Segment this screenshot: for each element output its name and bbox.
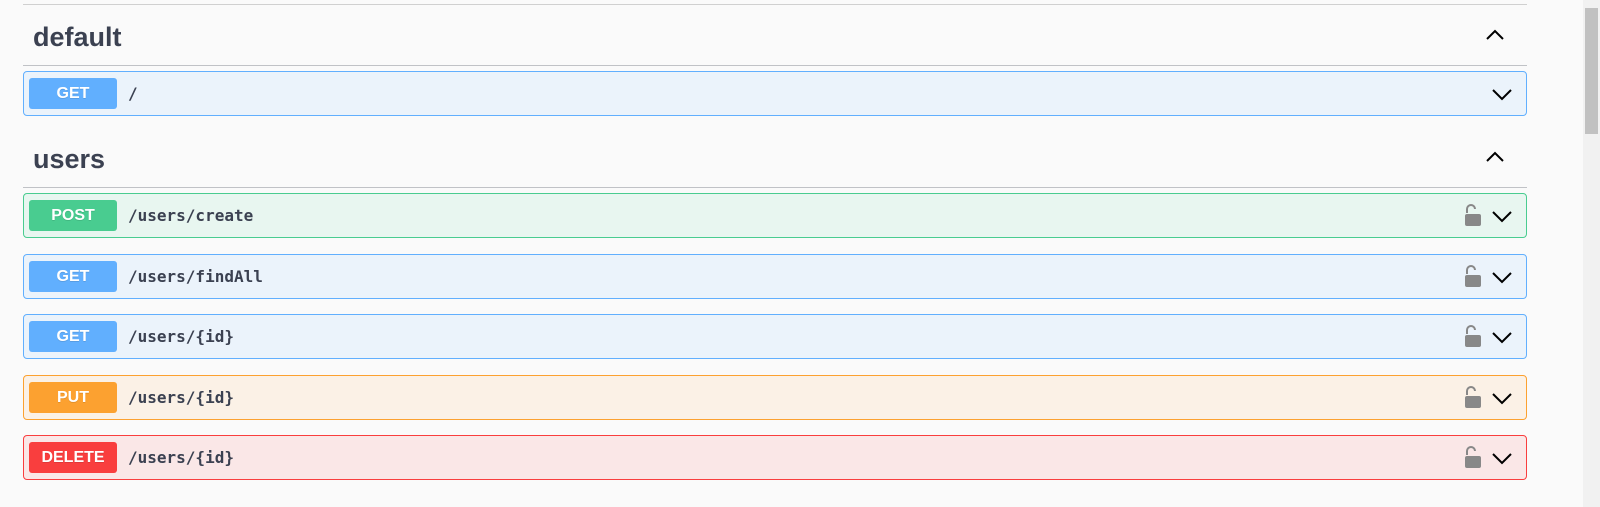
operation-put-users-id[interactable]: PUT /users/{id} [23, 375, 1527, 420]
chevron-down-icon[interactable] [1490, 204, 1514, 228]
method-badge: GET [29, 78, 117, 109]
chevron-down-icon[interactable] [1490, 446, 1514, 470]
operation-path: /users/findAll [128, 267, 263, 286]
operation-path: /users/{id} [128, 327, 234, 346]
chevron-down-icon[interactable] [1490, 265, 1514, 289]
operation-post-users-create[interactable]: POST /users/create [23, 193, 1527, 238]
method-badge: PUT [29, 382, 117, 413]
chevron-down-icon[interactable] [1490, 325, 1514, 349]
operation-get-users-findall[interactable]: GET /users/findAll [23, 254, 1527, 299]
scrollbar-thumb[interactable] [1585, 8, 1598, 134]
chevron-down-icon[interactable] [1490, 82, 1514, 106]
unlocked-icon[interactable] [1464, 386, 1482, 410]
unlocked-icon[interactable] [1464, 204, 1482, 228]
tag-title: users [33, 144, 106, 174]
operation-path: /users/create [128, 206, 254, 225]
vertical-scrollbar[interactable] [1583, 0, 1600, 507]
method-badge: DELETE [29, 442, 117, 473]
method-badge: GET [29, 321, 117, 352]
method-badge: GET [29, 261, 117, 292]
unlocked-icon[interactable] [1464, 265, 1482, 289]
operation-get-root[interactable]: GET / [23, 71, 1527, 116]
tag-title: default [33, 22, 122, 52]
operation-path: /users/{id} [128, 388, 234, 407]
unlocked-icon[interactable] [1464, 325, 1482, 349]
operation-get-users-id[interactable]: GET /users/{id} [23, 314, 1527, 359]
operation-path: / [128, 84, 138, 103]
chevron-up-icon[interactable] [1483, 145, 1507, 169]
operation-delete-users-id[interactable]: DELETE /users/{id} [23, 435, 1527, 480]
chevron-down-icon[interactable] [1490, 386, 1514, 410]
chevron-up-icon[interactable] [1483, 23, 1507, 47]
tag-header-default[interactable]: default [23, 4, 1527, 66]
unlocked-icon[interactable] [1464, 446, 1482, 470]
method-badge: POST [29, 200, 117, 231]
tag-header-users[interactable]: users [23, 126, 1527, 188]
operation-path: /users/{id} [128, 448, 234, 467]
